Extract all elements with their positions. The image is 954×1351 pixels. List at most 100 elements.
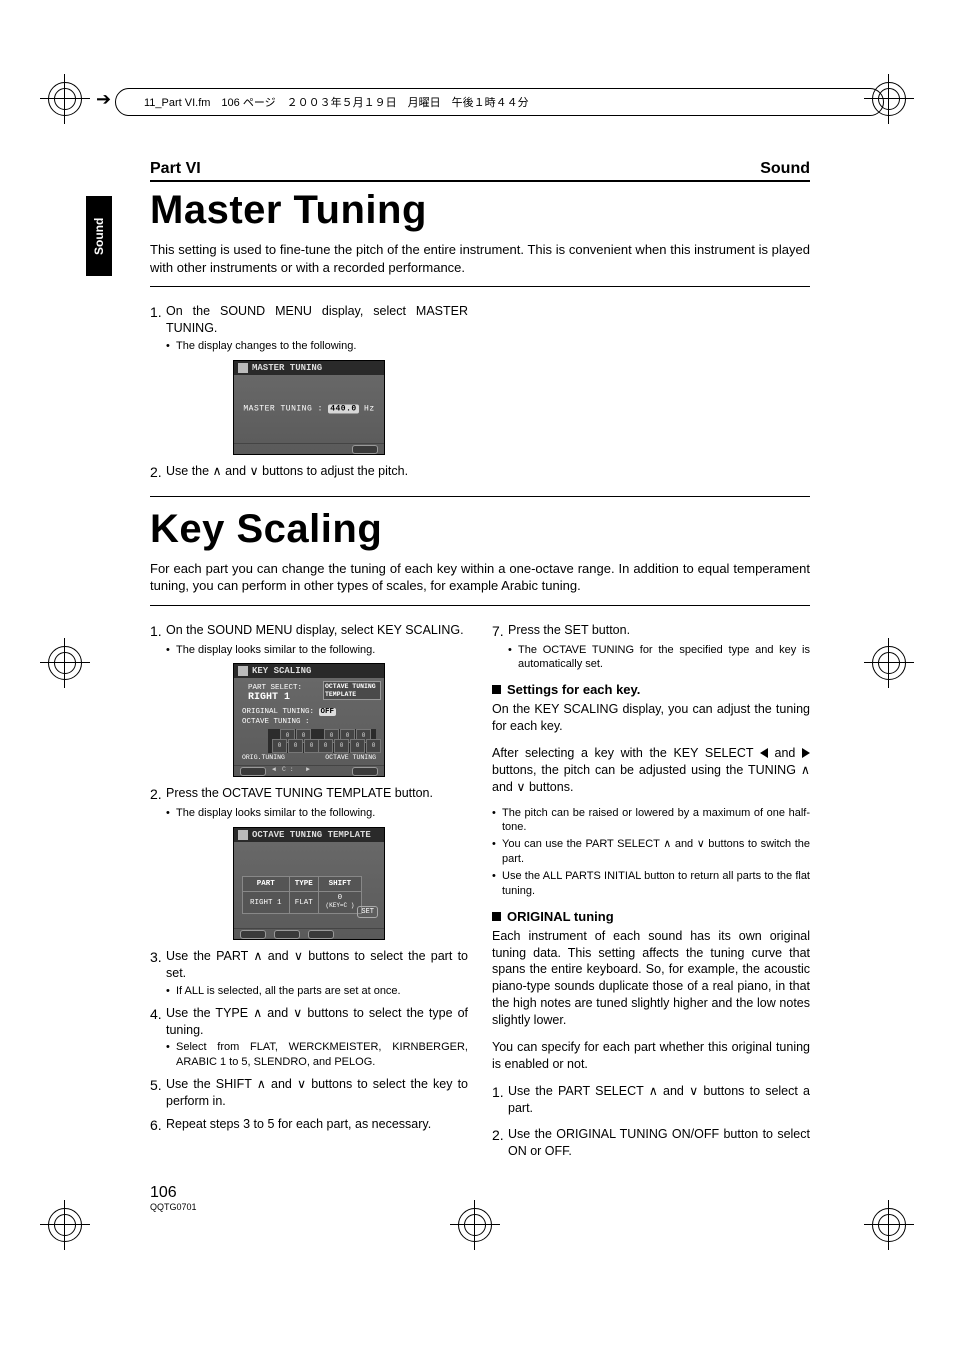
page-number: 106: [150, 1184, 810, 1202]
heading-master-tuning: Master Tuning: [150, 188, 810, 233]
bullet-text: You can use the PART SELECT ∧ and ∨ butt…: [502, 837, 810, 867]
soft-button: [352, 767, 378, 776]
lcd-col: PART: [243, 877, 290, 892]
step-text: Use the ∧ and ∨ buttons to adjust the pi…: [166, 463, 468, 482]
paragraph: After selecting a key with the KEY SELEC…: [492, 745, 810, 796]
lcd-value: RIGHT 1: [248, 692, 290, 703]
step-text: Use the TYPE ∧ and ∨ buttons to select t…: [166, 1005, 468, 1039]
step-text: Use the PART SELECT ∧ and ∨ buttons to s…: [508, 1083, 810, 1117]
lcd-label: ORIGINAL TUNING:: [242, 708, 314, 716]
lcd-octave-tuning-template: OCTAVE TUNING TEMPLATE PART TYPE SHIFT R…: [233, 827, 385, 940]
step: 1. On the SOUND MENU display, select KEY…: [150, 622, 468, 641]
divider: [150, 605, 810, 606]
bullet-text: Select from FLAT, WERCKMEISTER, KIRNBERG…: [176, 1040, 468, 1070]
side-tab-sound: Sound: [86, 196, 112, 276]
lcd-title: MASTER TUNING: [252, 363, 322, 373]
step: 2. Use the ∧ and ∨ buttons to adjust the…: [150, 463, 468, 482]
step-text: Use the ORIGINAL TUNING ON/OFF button to…: [508, 1126, 810, 1160]
step-text: On the SOUND MENU display, select KEY SC…: [166, 622, 468, 641]
bullet: • The OCTAVE TUNING for the specified ty…: [508, 643, 810, 673]
subheading: Settings for each key.: [492, 682, 810, 697]
lcd-set-button: SET: [357, 906, 378, 918]
doc-code: QQTG0701: [150, 1202, 810, 1212]
soft-button: [308, 930, 334, 939]
bullet-text: The display looks similar to the followi…: [176, 806, 468, 821]
triangle-left-icon: [760, 748, 768, 758]
step-text: Press the OCTAVE TUNING TEMPLATE button.: [166, 785, 468, 804]
crop-mark: [864, 1200, 914, 1250]
keyboard-icon: [238, 830, 248, 840]
paragraph: On the KEY SCALING display, you can adju…: [492, 701, 810, 735]
bullet: • The display looks similar to the follo…: [166, 806, 468, 821]
soft-button: [274, 930, 300, 939]
step-number: 1.: [150, 303, 166, 337]
step: 2. Press the OCTAVE TUNING TEMPLATE butt…: [150, 785, 468, 804]
running-head-right: Sound: [760, 160, 810, 178]
lcd-value: 440.0: [328, 404, 359, 413]
step: 1. Use the PART SELECT ∧ and ∨ buttons t…: [492, 1083, 810, 1117]
lcd-col: TYPE: [289, 877, 318, 892]
lcd-label: ORIG.TUNING: [242, 754, 285, 761]
lcd-value: OFF: [319, 708, 337, 716]
bullet: • Use the ALL PARTS INITIAL button to re…: [492, 869, 810, 899]
lcd-cell: (KEY=C ): [326, 902, 355, 909]
step-number: 2.: [150, 463, 166, 482]
bullet: • You can use the PART SELECT ∧ and ∨ bu…: [492, 837, 810, 867]
bullet-text: The pitch can be raised or lowered by a …: [502, 806, 810, 836]
keyboard-icon: [238, 666, 248, 676]
lcd-label: PART SELECT:: [248, 684, 302, 692]
crop-mark: [864, 638, 914, 688]
lcd-label: OCTAVE TUNING: [325, 754, 376, 761]
lcd-title: OCTAVE TUNING TEMPLATE: [252, 830, 371, 840]
bullet: • If ALL is selected, all the parts are …: [166, 984, 468, 999]
step: 3. Use the PART ∧ and ∨ buttons to selec…: [150, 948, 468, 982]
bullet-dot: •: [166, 339, 176, 354]
divider: [150, 496, 810, 497]
step: 7. Press the SET button.: [492, 622, 810, 641]
page-content: Part VI Sound Master Tuning This setting…: [150, 160, 810, 1212]
step: 1. On the SOUND MENU display, select MAS…: [150, 303, 468, 337]
lcd-col: SHIFT: [318, 877, 361, 892]
soft-button: [352, 445, 378, 454]
bullet: • The pitch can be raised or lowered by …: [492, 806, 810, 836]
triangle-right-icon: [802, 748, 810, 758]
square-icon: [492, 912, 501, 921]
soft-button: [240, 767, 266, 776]
arrow-icon: ➔: [96, 89, 111, 110]
paragraph: Each instrument of each sound has its ow…: [492, 928, 810, 1029]
lcd-label: OCTAVE TUNING :: [242, 718, 310, 726]
step-text: Use the SHIFT ∧ and ∨ buttons to select …: [166, 1076, 468, 1110]
crop-mark: [40, 638, 90, 688]
bullet: • The display looks similar to the follo…: [166, 643, 468, 658]
step-text: On the SOUND MENU display, select MASTER…: [166, 303, 468, 337]
lead-key-scaling: For each part you can change the tuning …: [150, 560, 810, 595]
step-text: Repeat steps 3 to 5 for each part, as ne…: [166, 1116, 468, 1135]
bullet-text: The OCTAVE TUNING for the specified type…: [518, 643, 810, 673]
subheading: ORIGINAL tuning: [492, 909, 810, 924]
step-text: Press the SET button.: [508, 622, 810, 641]
lcd-key-scaling: KEY SCALING PART SELECT: RIGHT 1 OCTAVE …: [233, 663, 385, 777]
divider: [150, 286, 810, 287]
step: 4. Use the TYPE ∧ and ∨ buttons to selec…: [150, 1005, 468, 1039]
bullet: • The display changes to the following.: [166, 339, 468, 354]
bullet-text: The display changes to the following.: [176, 339, 468, 354]
step-text: Use the PART ∧ and ∨ buttons to select t…: [166, 948, 468, 982]
octave-keys: 0 0 0 0 0 0 0 0 0 0 0 0: [268, 729, 376, 753]
lcd-unit: Hz: [364, 404, 375, 413]
bullet-text: If ALL is selected, all the parts are se…: [176, 984, 468, 999]
lcd-cell: RIGHT 1: [243, 892, 290, 914]
menu-icon: [238, 363, 248, 373]
print-header: 11_Part VI.fm 106 ページ ２００３年５月１９日 月曜日 午後１…: [115, 88, 884, 116]
lcd-title: KEY SCALING: [252, 666, 311, 676]
lead-master-tuning: This setting is used to fine-tune the pi…: [150, 241, 810, 276]
lcd-label: MASTER TUNING :: [243, 404, 323, 413]
heading-key-scaling: Key Scaling: [150, 507, 810, 552]
square-icon: [492, 685, 501, 694]
paragraph: You can specify for each part whether th…: [492, 1039, 810, 1073]
running-head: Part VI Sound: [150, 160, 810, 182]
soft-button: [240, 930, 266, 939]
bullet-text: Use the ALL PARTS INITIAL button to retu…: [502, 869, 810, 899]
step: 6. Repeat steps 3 to 5 for each part, as…: [150, 1116, 468, 1135]
lcd-master-tuning: MASTER TUNING MASTER TUNING : 440.0 Hz: [233, 360, 385, 455]
step: 2. Use the ORIGINAL TUNING ON/OFF button…: [492, 1126, 810, 1160]
